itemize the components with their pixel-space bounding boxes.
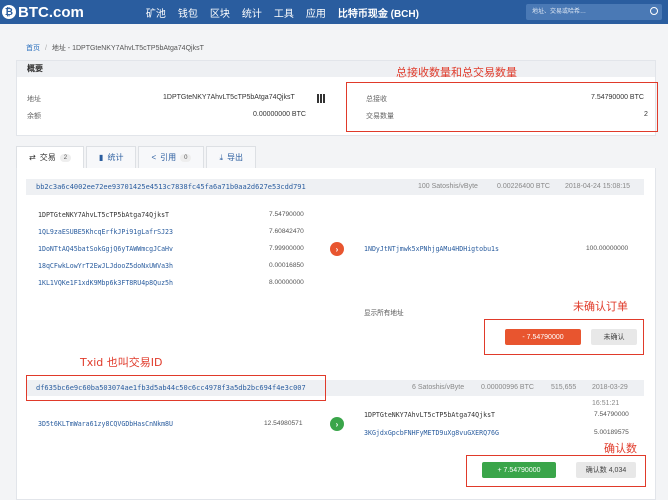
tab-references[interactable]: < 引用 0: [138, 146, 205, 168]
annotation-confirmations: 确认数: [604, 442, 637, 455]
input-amount: 8.00000000: [269, 279, 304, 286]
input-amount: 0.00016850: [269, 262, 304, 269]
breadcrumb-home[interactable]: 首页: [26, 45, 40, 52]
search-icon[interactable]: [650, 7, 658, 15]
show-all-addresses-link[interactable]: 显示所有地址: [364, 307, 404, 317]
balance-change-badge: + 7.54790000: [482, 462, 556, 478]
tx-fee: 0.00226400 BTC: [497, 183, 550, 190]
address-label: 地址: [27, 96, 41, 103]
output-address[interactable]: 3KGjdxGpcbFNHFyMETD9uXg8vuGXERQ76G: [364, 429, 499, 437]
top-nav-bar: ₿ BTC.com 矿池 钱包 区块 统计 工具 应用 比特币现金 (BCH) …: [0, 0, 668, 24]
tab-count: 0: [180, 153, 192, 162]
bar-chart-icon: ▮: [99, 153, 104, 162]
annotation-unconfirmed: 未确认订单: [573, 300, 628, 313]
search-input[interactable]: 地址、交易或哈希…: [526, 4, 662, 20]
nav-blocks[interactable]: 区块: [204, 5, 236, 20]
output-amount: 100.00000000: [586, 245, 629, 252]
breadcrumb-current: 地址 - 1DPTGteNKY7AhvLT5cTP5bAtga74QjksT: [51, 45, 204, 52]
tx-block: 515,655: [551, 384, 577, 391]
tab-label: 引用: [160, 153, 177, 162]
tab-label: 交易: [39, 153, 56, 162]
download-icon: ⤓: [219, 152, 224, 162]
input-amount: 7.60842470: [269, 228, 304, 235]
confirmations-badge: 确认数 4,034: [576, 462, 636, 478]
swap-icon: ⇄: [29, 153, 36, 162]
share-icon: <: [151, 153, 157, 162]
tab-label: 导出: [227, 153, 244, 162]
input-address[interactable]: 18qCFwkLowYrT2EwJLJdooZ5doNxUWVa3h: [38, 262, 173, 270]
logo-text: BTC.com: [18, 3, 84, 21]
tx-header: bb2c3a6c4002ee72ee93701425e4513c7838fc45…: [26, 179, 644, 195]
tab-transactions[interactable]: ⇄ 交易 2: [16, 146, 85, 168]
output-amount: 7.54790000: [594, 411, 629, 418]
nav-tools[interactable]: 工具: [268, 5, 300, 20]
tab-bar: ⇄ 交易 2 ▮ 统计 < 引用 0 ⤓ 导出: [16, 146, 258, 168]
search-placeholder: 地址、交易或哈希…: [532, 9, 587, 15]
annotation-box-txid: [26, 375, 326, 401]
nav-wallet[interactable]: 钱包: [172, 5, 204, 20]
output-address[interactable]: 1NDyJtNTjmwk5xPNhjgAMu4HDHigtobu1s: [364, 245, 499, 253]
input-address[interactable]: 1QL9zaESUBE5KhcqErfkJPi91gLafrSJ23: [38, 228, 173, 236]
nav-apps[interactable]: 应用: [300, 5, 332, 20]
arrow-right-icon: ›: [330, 417, 344, 431]
annotation-box-totals: [346, 82, 658, 132]
tab-count: 2: [59, 153, 72, 162]
breadcrumb: 首页 / 地址 - 1DPTGteNKY7AhvLT5cTP5bAtga74Qj…: [26, 43, 204, 53]
address-value: 1DPTGteNKY7AhvLT5cTP5bAtga74QjksT: [163, 94, 295, 101]
annotation-txid: Txid 也叫交易ID: [80, 356, 163, 369]
output-amount: 5.00189575: [594, 429, 629, 436]
input-address[interactable]: 1DoNTtAQ45batSokGgjQ6yTAWWmcgJCaHv: [38, 245, 173, 253]
tx-fee-rate: 100 Satoshis/vByte: [418, 183, 478, 190]
input-amount: 7.99900000: [269, 245, 304, 252]
tab-export[interactable]: ⤓ 导出: [206, 146, 257, 168]
overview-title: 概要: [17, 61, 655, 77]
tx-time: 2018-03-29 16:51:21: [592, 384, 628, 407]
input-address: 1DPTGteNKY7AhvLT5cTP5bAtga74QjksT: [38, 211, 170, 219]
nav-pool[interactable]: 矿池: [140, 5, 172, 20]
arrow-right-icon: ›: [330, 242, 344, 256]
balance-label: 余额: [27, 113, 41, 120]
input-amount: 12.54980571: [264, 420, 303, 427]
balance-value: 0.00000000 BTC: [253, 111, 306, 118]
tx-time: 2018-04-24 15:08:15: [565, 183, 630, 190]
tab-stats[interactable]: ▮ 统计: [86, 146, 137, 168]
tab-label: 统计: [107, 153, 124, 162]
breadcrumb-separator: /: [44, 45, 47, 52]
nav-stats[interactable]: 统计: [236, 5, 268, 20]
balance-change-badge: - 7.54790000: [505, 329, 581, 345]
output-address: 1DPTGteNKY7AhvLT5cTP5bAtga74QjksT: [364, 411, 496, 419]
tx-fee-rate: 6 Satoshis/vByte: [412, 384, 465, 391]
nav-bch[interactable]: 比特币现金 (BCH): [332, 5, 425, 20]
main-nav: 矿池 钱包 区块 统计 工具 应用 比特币现金 (BCH): [140, 5, 425, 20]
annotation-totals: 总接收数量和总交易数量: [396, 66, 517, 79]
input-amount: 7.54790000: [269, 211, 304, 218]
tx-hash[interactable]: bb2c3a6c4002ee72ee93701425e4513c7838fc45…: [36, 179, 306, 195]
logo[interactable]: ₿ BTC.com: [2, 4, 84, 21]
input-address[interactable]: 3D5t6KLTmWara61zy8CQVGDbHasCnNkm8U: [38, 420, 173, 428]
btc-logo-icon: ₿: [2, 5, 16, 19]
status-badge: 未确认: [591, 329, 637, 345]
qr-code-icon[interactable]: [317, 94, 326, 103]
tx-fee: 0.00000996 BTC: [481, 384, 534, 391]
input-address[interactable]: 1KL1VQKe1F1xdK9Mbp6k3FT8RU4p8Quz5h: [38, 279, 173, 287]
